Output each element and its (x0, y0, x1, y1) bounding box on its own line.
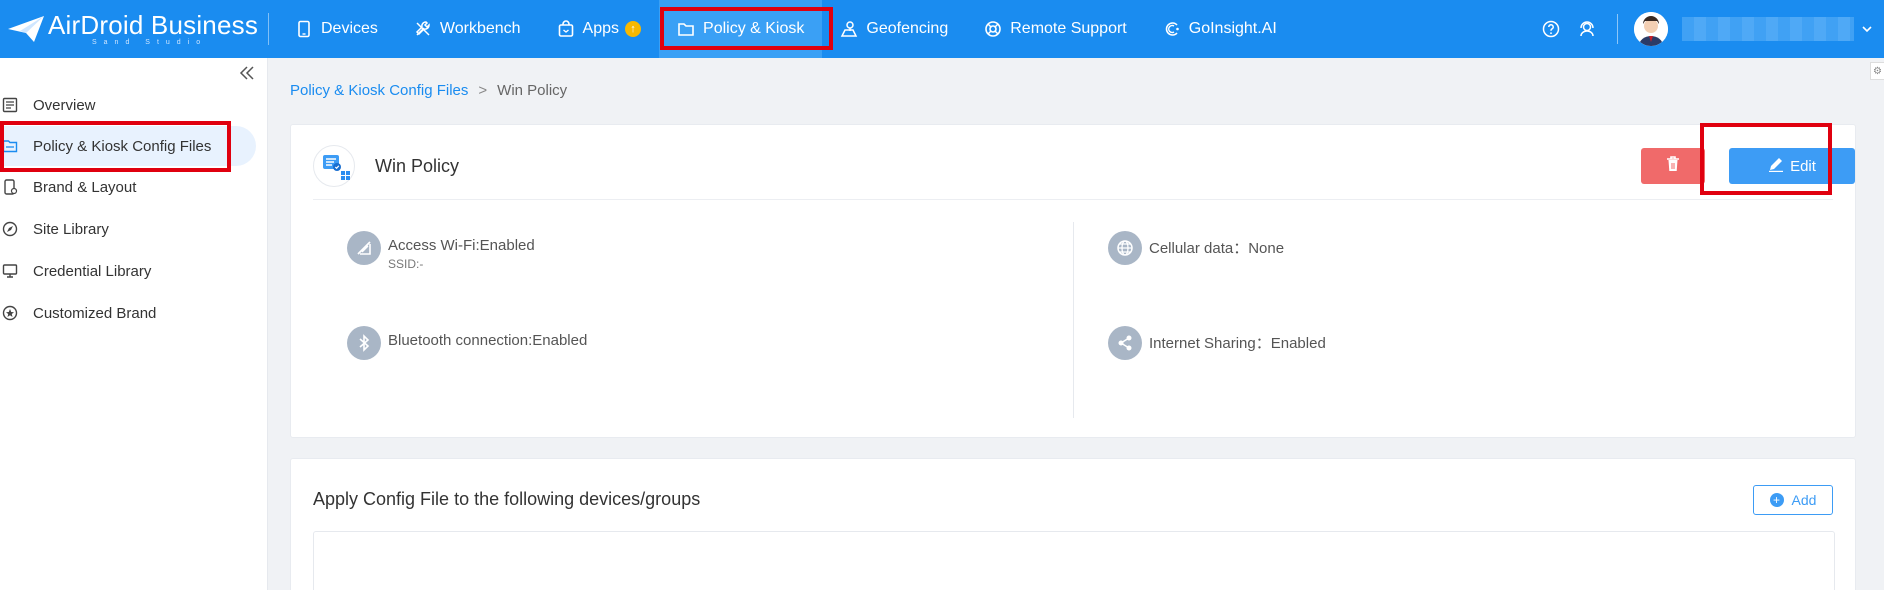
windows-policy-icon (313, 145, 355, 187)
nav-devices[interactable]: Devices (277, 0, 396, 58)
sidebar-item-label: Credential Library (33, 262, 152, 280)
sidebar-item-label: Brand & Layout (33, 178, 137, 196)
sidebar-item-brand-layout[interactable]: Brand & Layout (0, 167, 256, 207)
column-divider (1073, 222, 1074, 418)
sidebar-item-label: Overview (33, 96, 96, 114)
nav-goinsight[interactable]: GoInsight.AI (1145, 0, 1295, 58)
header-divider (1617, 14, 1618, 44)
bluetooth-icon (347, 326, 381, 360)
logo-subtext: Sand Studio (92, 39, 208, 46)
sidebar-item-label: Customized Brand (33, 304, 157, 322)
feature-bluetooth: Bluetooth connection:Enabled (347, 326, 587, 360)
app-logo[interactable]: AirDroid Business Sand Studio (0, 11, 262, 47)
trash-icon (1665, 155, 1681, 178)
policy-header: Win Policy Edit (313, 145, 1855, 200)
phone-icon (2, 179, 18, 195)
breadcrumb-current: Win Policy (497, 82, 568, 99)
breadcrumb-parent-link[interactable]: Policy & Kiosk Config Files (290, 82, 468, 99)
breadcrumb-separator-icon: > (478, 82, 488, 99)
logo-text: AirDroid Business (48, 10, 259, 40)
sidebar-item-overview[interactable]: Overview (0, 85, 256, 125)
nav-label: Geofencing (866, 20, 949, 37)
feature-label: Internet Sharing：Enabled (1149, 335, 1326, 352)
ai-icon (1163, 20, 1181, 38)
feature-sublabel: SSID:- (388, 257, 424, 271)
header-divider (268, 13, 269, 45)
collapse-sidebar-icon[interactable] (238, 64, 256, 82)
help-icon[interactable] (1541, 19, 1561, 39)
feature-access-wifi: Access Wi-Fi:Enabled SSID:- (347, 231, 535, 271)
tools-icon (414, 20, 432, 38)
nav-remote-support[interactable]: Remote Support (966, 0, 1145, 58)
nav-label: Workbench (439, 20, 521, 37)
feature-cellular-data: Cellular data：None (1108, 231, 1284, 265)
nav-label: GoInsight.AI (1188, 20, 1277, 37)
user-name-redacted[interactable] (1682, 17, 1854, 41)
breadcrumb: Policy & Kiosk Config Files > Win Policy (290, 82, 567, 99)
nav-label: Apps (582, 20, 620, 37)
feature-label: Access Wi-Fi:Enabled (388, 237, 535, 254)
apply-config-card: Apply Config File to the following devic… (290, 458, 1856, 590)
star-icon (2, 305, 18, 321)
apply-config-title: Apply Config File to the following devic… (313, 489, 701, 509)
share-icon (1108, 326, 1142, 360)
delete-button[interactable] (1641, 148, 1705, 184)
nav-apps[interactable]: Apps ↑ (539, 0, 659, 58)
nav-label: Devices (321, 20, 378, 37)
nav-label: Remote Support (1010, 20, 1127, 37)
policy-detail-card: Win Policy Edit Access Wi-Fi:Enabled SSI… (290, 124, 1856, 438)
highlight-box-edit (1700, 123, 1832, 195)
highlight-box-nav (660, 7, 833, 50)
compass-icon (2, 221, 18, 237)
highlight-box-sidebar (0, 121, 231, 172)
globe-icon (1108, 231, 1142, 265)
add-button[interactable]: + Add (1753, 485, 1833, 515)
sidebar-item-credential-library[interactable]: Credential Library (0, 251, 256, 291)
list-icon (2, 97, 18, 113)
sidebar-item-customized-brand[interactable]: Customized Brand (0, 293, 256, 333)
device-icon (295, 20, 313, 38)
nav-workbench[interactable]: Workbench (396, 0, 539, 58)
support-agent-icon[interactable] (1577, 19, 1597, 39)
nav-geofencing[interactable]: Geofencing (822, 0, 966, 58)
top-navigation-bar: AirDroid Business Sand Studio Devices Wo… (0, 0, 1884, 58)
add-button-label: Add (1791, 492, 1817, 508)
paper-plane-logo-icon (8, 16, 44, 42)
map-pin-icon (840, 20, 858, 38)
sidebar-item-label: Site Library (33, 220, 109, 238)
feature-label: Cellular data：None (1149, 240, 1285, 257)
settings-gear-icon[interactable]: ⚙ (1870, 62, 1884, 80)
feature-internet-sharing: Internet Sharing：Enabled (1108, 326, 1326, 360)
sidebar-item-site-library[interactable]: Site Library (0, 209, 256, 249)
user-avatar[interactable] (1634, 12, 1668, 46)
bag-icon (557, 20, 575, 38)
lifebuoy-icon (984, 20, 1002, 38)
policy-title: Win Policy (375, 156, 460, 176)
plus-icon: + (1769, 493, 1784, 507)
monitor-icon (2, 263, 18, 279)
update-badge-icon: ↑ (625, 21, 642, 37)
feature-label: Bluetooth connection:Enabled (388, 332, 588, 349)
wifi-icon (347, 231, 381, 265)
chevron-down-icon[interactable] (1860, 22, 1874, 36)
device-group-list (313, 531, 1835, 590)
